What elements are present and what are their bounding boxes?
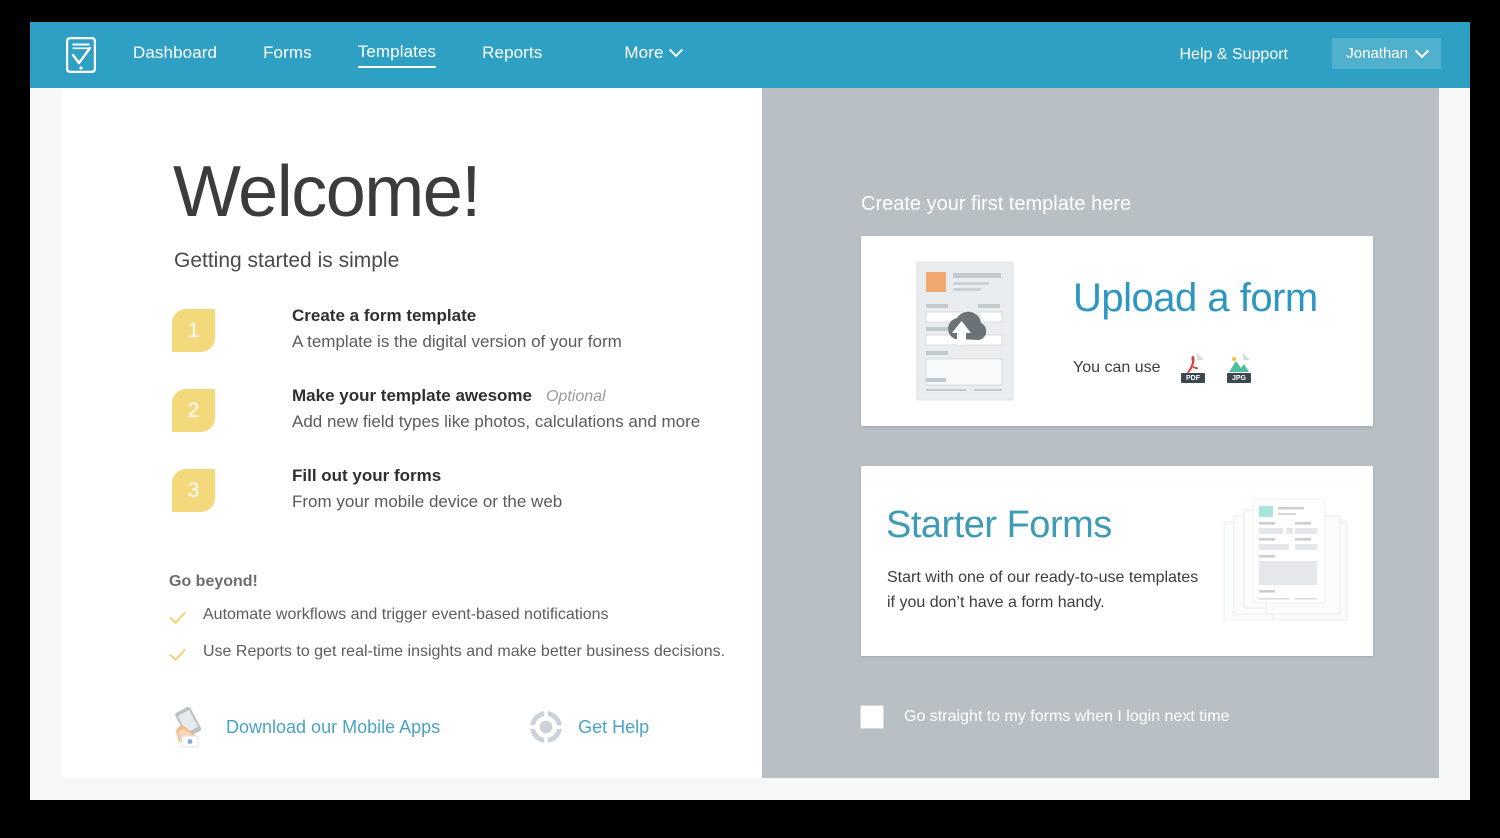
- list-item: Automate workflows and trigger event-bas…: [169, 606, 750, 625]
- step-body: Make your template awesome Optional Add …: [292, 386, 700, 432]
- check-icon: [169, 606, 186, 625]
- upload-form-card[interactable]: Upload a form You can use PDF JPG: [861, 236, 1373, 426]
- chevron-down-icon: [668, 43, 683, 58]
- step-body: Create a form template A template is the…: [292, 306, 622, 352]
- download-mobile-apps-label: Download our Mobile Apps: [226, 716, 441, 737]
- nav-link-reports[interactable]: Reports: [482, 43, 542, 67]
- step-optional-tag: Optional: [545, 388, 606, 405]
- get-help-label: Get Help: [578, 716, 650, 737]
- page-subtitle: Getting started is simple: [174, 249, 400, 272]
- download-mobile-apps-link[interactable]: Download our Mobile Apps: [172, 706, 440, 748]
- step-number-badge: 3: [172, 469, 215, 512]
- get-help-link[interactable]: Get Help: [528, 709, 649, 745]
- go-beyond-text: Use Reports to get real-time insights an…: [203, 643, 726, 660]
- login-preference-label: Go straight to my forms when I login nex…: [904, 708, 1230, 725]
- go-beyond-text: Automate workflows and trigger event-bas…: [203, 606, 609, 623]
- primary-nav: Dashboard Forms Templates Reports More: [133, 22, 727, 88]
- help-and-support-link[interactable]: Help & Support: [1179, 22, 1288, 88]
- stacked-documents-icon: [1223, 498, 1348, 621]
- upload-filetypes-row: You can use PDF JPG: [1073, 352, 1252, 384]
- hand-holding-phone-icon: [175, 706, 202, 748]
- check-icon: [169, 643, 186, 662]
- step-title-text: Fill out your forms: [292, 466, 442, 485]
- top-navigation-bar: Dashboard Forms Templates Reports More H…: [30, 22, 1470, 88]
- step-title: Make your template awesome Optional: [292, 386, 700, 406]
- go-beyond-heading: Go beyond!: [169, 573, 258, 590]
- page-title: Welcome!: [173, 152, 481, 232]
- go-beyond-list: Automate workflows and trigger event-bas…: [169, 606, 750, 680]
- upload-form-title: Upload a form: [1073, 276, 1318, 320]
- pdf-label: PDF: [1186, 375, 1201, 382]
- chevron-down-icon: [1414, 43, 1430, 58]
- step-title-text: Make your template awesome: [292, 386, 532, 405]
- pdf-file-icon: PDF: [1181, 353, 1206, 383]
- nav-link-forms[interactable]: Forms: [263, 43, 312, 67]
- step-title: Create a form template: [292, 306, 622, 326]
- nav-more-label: More: [624, 43, 664, 62]
- step-body: Fill out your forms From your mobile dev…: [292, 466, 562, 512]
- tablet-checklist-logo-icon: [66, 37, 96, 73]
- step-item: 3 Fill out your forms From your mobile d…: [172, 466, 742, 546]
- login-preference-row[interactable]: Go straight to my forms when I login nex…: [860, 705, 1229, 729]
- step-number-badge: 1: [172, 309, 215, 352]
- nav-link-templates[interactable]: Templates: [357, 42, 437, 68]
- step-item: 1 Create a form template A template is t…: [172, 306, 742, 386]
- app-page: Dashboard Forms Templates Reports More H…: [30, 22, 1470, 800]
- nav-link-dashboard[interactable]: Dashboard: [133, 43, 217, 67]
- step-title-text: Create a form template: [292, 306, 477, 325]
- step-number-badge: 2: [172, 389, 215, 432]
- user-menu-button[interactable]: Jonathan: [1332, 38, 1441, 69]
- getting-started-panel: Welcome! Getting started is simple 1 Cre…: [62, 88, 762, 778]
- create-template-panel: Create your first template here Upload a…: [762, 88, 1439, 778]
- starter-forms-card[interactable]: Starter Forms Start with one of our read…: [861, 466, 1373, 656]
- create-template-heading: Create your first template here: [861, 193, 1132, 215]
- footer-links: Download our Mobile Apps Get Help: [172, 706, 649, 748]
- login-preference-checkbox[interactable]: [860, 705, 884, 729]
- upload-usetext: You can use: [1073, 359, 1161, 376]
- starter-forms-description: Start with one of our ready-to-use templ…: [887, 569, 1199, 611]
- life-ring-icon: [529, 710, 563, 744]
- starter-forms-title: Starter Forms: [886, 504, 1112, 546]
- user-menu-label: Jonathan: [1346, 45, 1408, 62]
- step-description: A template is the digital version of you…: [292, 332, 622, 351]
- step-item: 2 Make your template awesome Optional Ad…: [172, 386, 742, 466]
- nav-link-more[interactable]: More: [624, 43, 683, 67]
- step-description: Add new field types like photos, calcula…: [292, 412, 701, 431]
- app-logo[interactable]: [60, 34, 102, 76]
- steps-list: 1 Create a form template A template is t…: [172, 306, 742, 546]
- step-description: From your mobile device or the web: [292, 492, 563, 511]
- jpg-label: JPG: [1232, 375, 1247, 382]
- jpg-file-icon: JPG: [1227, 353, 1252, 383]
- step-title: Fill out your forms: [292, 466, 562, 486]
- list-item: Use Reports to get real-time insights an…: [169, 643, 750, 662]
- document-cloud-upload-icon: [916, 261, 1014, 401]
